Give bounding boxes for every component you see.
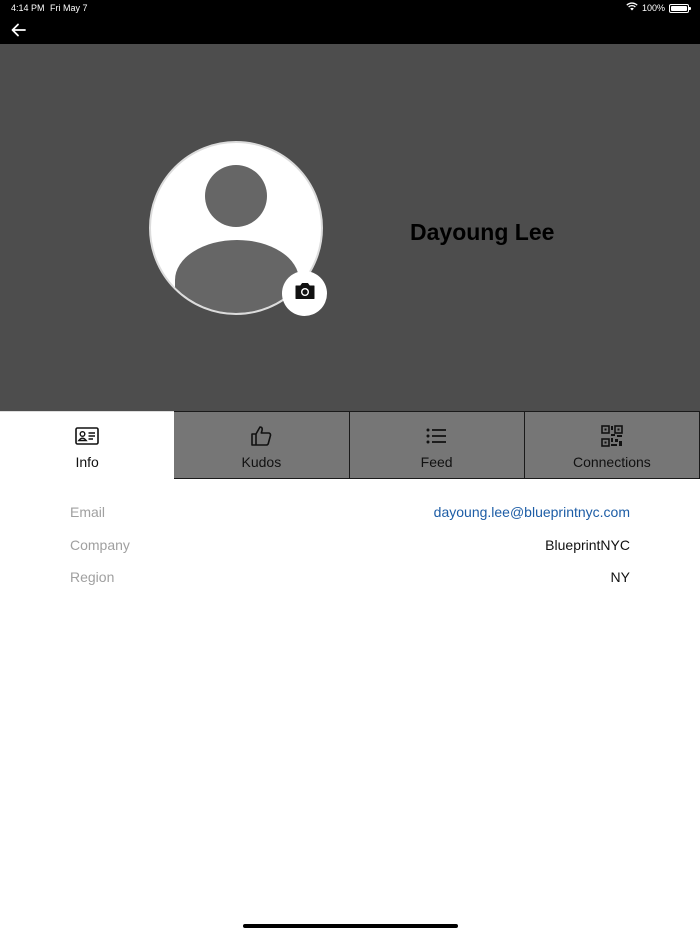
info-row-company: Company BlueprintNYC bbox=[70, 537, 630, 570]
change-photo-button[interactable] bbox=[282, 271, 327, 316]
profile-header: Dayoung Lee bbox=[0, 44, 700, 412]
qr-code-icon bbox=[600, 424, 624, 448]
info-list: Email dayoung.lee@blueprintnyc.com Compa… bbox=[70, 504, 630, 602]
status-bar: 4:14 PM Fri May 7 100% bbox=[0, 0, 700, 16]
thumbs-up-icon bbox=[249, 424, 273, 448]
arrow-left-icon bbox=[9, 23, 29, 44]
info-row-email: Email dayoung.lee@blueprintnyc.com bbox=[70, 504, 630, 537]
status-time: 4:14 PM bbox=[11, 3, 45, 13]
tab-label: Info bbox=[75, 454, 99, 470]
nav-bar bbox=[0, 16, 700, 44]
back-button[interactable] bbox=[9, 20, 29, 40]
tab-label: Kudos bbox=[241, 454, 282, 470]
info-label: Company bbox=[70, 536, 130, 553]
camera-icon bbox=[294, 282, 316, 305]
info-label: Region bbox=[70, 569, 115, 585]
tab-label: Connections bbox=[572, 454, 651, 470]
profile-tabs: Info Kudos Feed Connections bbox=[0, 411, 700, 479]
tab-connections[interactable]: Connections bbox=[524, 411, 700, 479]
avatar-body bbox=[175, 240, 299, 313]
battery-percent: 100% bbox=[641, 3, 665, 13]
status-indicators: 100% bbox=[626, 0, 691, 16]
home-indicator[interactable] bbox=[243, 924, 458, 928]
info-value: NY bbox=[610, 569, 630, 585]
email-link[interactable]: dayoung.lee@blueprintnyc.com bbox=[434, 504, 630, 520]
tab-label: Feed bbox=[420, 454, 453, 470]
tab-info[interactable]: Info bbox=[0, 411, 175, 479]
avatar-head bbox=[205, 165, 267, 227]
battery-fill bbox=[671, 5, 687, 11]
wifi-icon bbox=[626, 0, 638, 16]
info-label: Email bbox=[70, 504, 106, 520]
battery-icon bbox=[669, 3, 691, 13]
info-row-region: Region NY bbox=[70, 569, 630, 602]
list-icon bbox=[425, 424, 449, 448]
id-card-icon bbox=[75, 424, 99, 448]
info-value: BlueprintNYC bbox=[545, 536, 630, 553]
tab-feed[interactable]: Feed bbox=[349, 411, 525, 479]
status-date: Fri May 7 bbox=[50, 3, 88, 13]
tab-kudos[interactable]: Kudos bbox=[174, 411, 350, 479]
profile-name: Dayoung Lee bbox=[410, 219, 555, 245]
